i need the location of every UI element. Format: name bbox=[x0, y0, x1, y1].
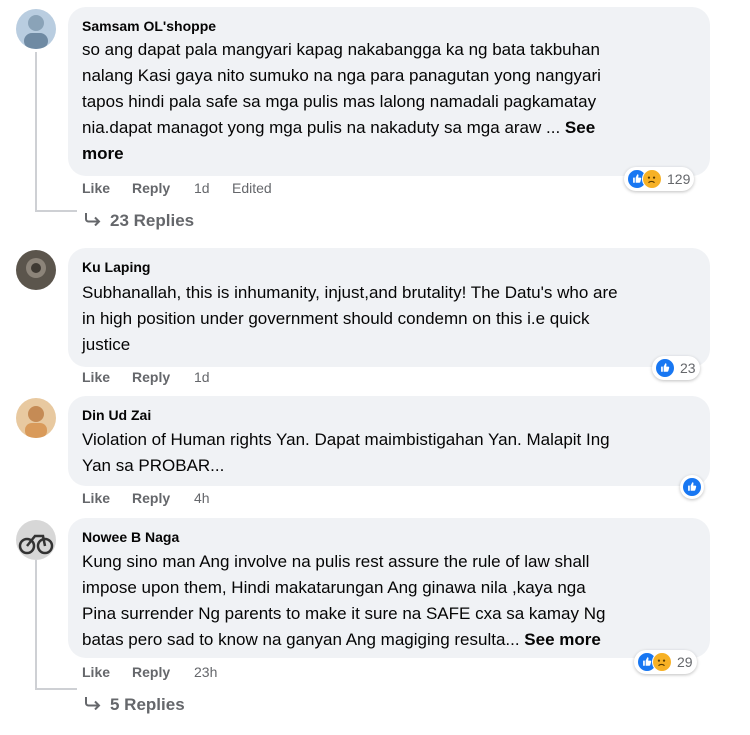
comment-line: nia.dapat managot yong mga pulis na naka… bbox=[82, 115, 601, 141]
view-replies-link[interactable]: 23 Replies bbox=[84, 211, 194, 231]
comment-line: Kung sino man Ang involve na pulis rest … bbox=[82, 552, 590, 571]
replies-count-label: 5 Replies bbox=[110, 695, 185, 714]
see-more-link[interactable]: more bbox=[82, 141, 601, 167]
thread-line bbox=[35, 560, 37, 690]
replies-count-label: 23 Replies bbox=[110, 211, 195, 230]
comment-bubble: Nowee B Naga Kung sino man Ang involve n… bbox=[68, 518, 710, 658]
sad-reaction-icon bbox=[652, 652, 672, 672]
comment-bubble: Din Ud Zai Violation of Human rights Yan… bbox=[68, 396, 710, 486]
comment-line: Violation of Human rights Yan. Dapat mai… bbox=[82, 430, 610, 449]
reaction-count: 29 bbox=[677, 654, 693, 670]
thread-line bbox=[35, 52, 37, 212]
avatar[interactable] bbox=[16, 398, 56, 438]
reply-button[interactable]: Reply bbox=[132, 664, 170, 680]
comment-line: in high position under government should… bbox=[82, 309, 590, 328]
thread-line bbox=[35, 210, 77, 212]
comment-bubble: Samsam OL'shoppe so ang dapat pala mangy… bbox=[68, 7, 710, 176]
reply-button[interactable]: Reply bbox=[132, 180, 170, 196]
comment-line: justice bbox=[82, 335, 131, 354]
sad-reaction-icon bbox=[642, 169, 662, 189]
comment-text: Kung sino man Ang involve na pulis rest … bbox=[82, 549, 605, 653]
like-button[interactable]: Like bbox=[82, 490, 110, 506]
comment-line: batas pero sad to know na ganyan Ang mag… bbox=[82, 627, 605, 653]
comment-line: tapos hindi pala safe sa mga pulis mas l… bbox=[82, 92, 597, 111]
comment-line: Pina surrender Ng parents to make it sur… bbox=[82, 604, 606, 623]
comment-text: Violation of Human rights Yan. Dapat mai… bbox=[82, 427, 610, 479]
reply-arrow-icon bbox=[84, 211, 104, 231]
like-reaction-icon bbox=[682, 477, 702, 497]
comment-author[interactable]: Ku Laping bbox=[82, 259, 150, 275]
comment-timestamp[interactable]: 1d bbox=[194, 369, 210, 385]
comment-line: Subhanallah, this is inhumanity, injust,… bbox=[82, 283, 618, 302]
comment-line-text: nia.dapat managot yong mga pulis na naka… bbox=[82, 118, 565, 137]
like-button[interactable]: Like bbox=[82, 664, 110, 680]
like-button[interactable]: Like bbox=[82, 180, 110, 196]
thread-line bbox=[35, 688, 77, 690]
edited-label: Edited bbox=[232, 180, 272, 196]
comment-author[interactable]: Nowee B Naga bbox=[82, 529, 179, 545]
reaction-summary[interactable]: 129 bbox=[624, 167, 695, 191]
reaction-count: 129 bbox=[667, 171, 691, 187]
view-replies-link[interactable]: 5 Replies bbox=[84, 695, 185, 715]
reaction-count: 23 bbox=[680, 360, 696, 376]
comment-text: Subhanallah, this is inhumanity, injust,… bbox=[82, 280, 618, 358]
comment-author[interactable]: Din Ud Zai bbox=[82, 407, 151, 423]
comment-timestamp[interactable]: 23h bbox=[194, 664, 217, 680]
comment-line-text: batas pero sad to know na ganyan Ang mag… bbox=[82, 630, 525, 649]
comment-timestamp[interactable]: 4h bbox=[194, 490, 210, 506]
comment-line: nalang Kasi gaya nito sumuko na nga para… bbox=[82, 66, 601, 85]
comment-line: Yan sa PROBAR... bbox=[82, 456, 225, 475]
comment-author[interactable]: Samsam OL'shoppe bbox=[82, 18, 216, 34]
comment-line: so ang dapat pala mangyari kapag nakaban… bbox=[82, 40, 600, 59]
comment-bubble: Ku Laping Subhanallah, this is inhumanit… bbox=[68, 248, 710, 367]
like-button[interactable]: Like bbox=[82, 369, 110, 385]
reply-button[interactable]: Reply bbox=[132, 369, 170, 385]
comment-text: so ang dapat pala mangyari kapag nakaban… bbox=[82, 37, 601, 167]
reaction-summary[interactable]: 23 bbox=[652, 356, 700, 380]
see-more-link[interactable]: See more bbox=[524, 630, 601, 649]
comment-line: impose upon them, Hindi makatarungan Ang… bbox=[82, 578, 586, 597]
comment-timestamp[interactable]: 1d bbox=[194, 180, 210, 196]
like-reaction-icon bbox=[655, 358, 675, 378]
reaction-summary[interactable] bbox=[680, 475, 704, 499]
reaction-summary[interactable]: 29 bbox=[634, 650, 697, 674]
reply-button[interactable]: Reply bbox=[132, 490, 170, 506]
reply-arrow-icon bbox=[84, 695, 104, 715]
avatar[interactable] bbox=[16, 9, 56, 49]
avatar[interactable] bbox=[16, 520, 56, 560]
see-more-link[interactable]: See bbox=[565, 118, 595, 137]
avatar[interactable] bbox=[16, 250, 56, 290]
